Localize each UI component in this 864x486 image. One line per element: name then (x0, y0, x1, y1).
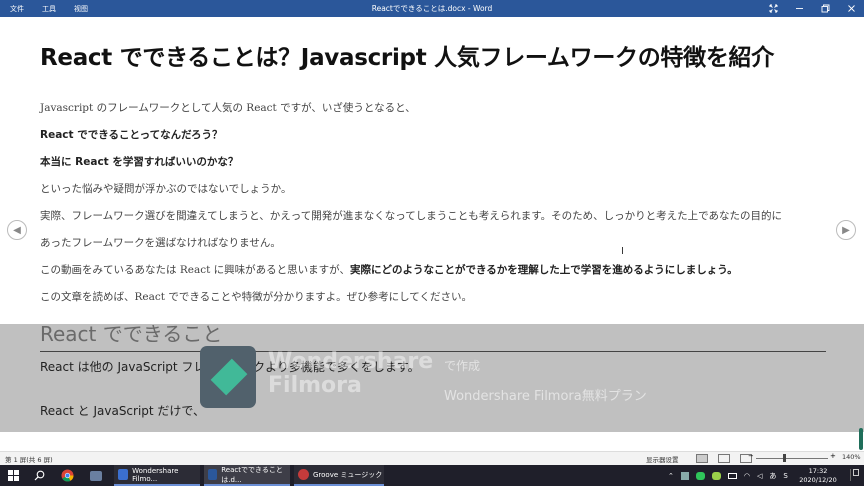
text-cursor-icon: I (621, 246, 624, 257)
filmora-app-icon (118, 469, 129, 480)
close-button[interactable] (838, 0, 864, 17)
restore-button[interactable] (812, 0, 838, 17)
tray-wechat-icon[interactable] (711, 471, 721, 480)
windows-icon (8, 470, 19, 481)
tray-line-icon[interactable] (695, 471, 705, 480)
watermark-brand: Wondershare Filmora (268, 350, 433, 398)
page-count: 第 1 屏(共 6 屏) (5, 456, 53, 464)
document-heading: React でできることは？Javascript 人気フレームワークの特徴を紹介 (40, 45, 774, 71)
screen: 文件 工具 视图 Reactでできることは.docx - Word React … (0, 0, 864, 486)
system-clock[interactable]: 17:32 2020/12/20 (794, 467, 842, 484)
watermark-brand-line1: Wondershare (268, 349, 434, 374)
taskbar-app-groove[interactable]: Groove ミュージック (294, 465, 384, 486)
status-bar: 第 1 屏(共 6 屏) 显示器设置 (0, 451, 864, 465)
zoom-level[interactable]: 140% (842, 453, 861, 461)
watermark-plan: Wondershare Filmora無料プラン (444, 389, 647, 404)
wifi-icon[interactable]: ◠ (744, 472, 750, 480)
taskbar-app-word-label: Reactでできることは.d... (221, 465, 283, 484)
ime-indicator[interactable]: あ (769, 471, 776, 481)
start-button[interactable] (6, 468, 21, 483)
paragraph-interest: この動画をみているあなたは React に興味があると思いますが、実際にどのよう… (40, 262, 738, 277)
vertical-scrollbar[interactable] (857, 17, 864, 451)
photos-button[interactable] (88, 468, 103, 483)
search-button[interactable] (32, 468, 47, 483)
read-mode-icon[interactable] (696, 454, 708, 463)
taskbar-app-word[interactable]: Reactでできることは.d... (204, 465, 290, 486)
paragraph-interest-plain: この動画をみているあなたは React に興味があると思いますが、 (40, 264, 350, 276)
notification-icon (853, 469, 859, 476)
chevron-right-icon: ▶ (842, 224, 850, 236)
paragraph-question-2: 本当に React を学習すればいいのかな？ (40, 156, 239, 168)
next-page-button[interactable]: ▶ (836, 220, 856, 240)
tray-expand-icon[interactable]: ⌃ (668, 472, 674, 480)
paragraph-question-1: React でできることってなんだろう？ (40, 129, 223, 141)
tray-battery-icon[interactable] (727, 472, 737, 479)
zoom-in-button[interactable]: + (830, 452, 836, 460)
close-icon (847, 5, 855, 12)
minimize-icon (795, 8, 803, 9)
fullscreen-button[interactable] (760, 0, 786, 17)
taskbar-app-groove-label: Groove ミュージック (313, 470, 383, 479)
paragraph-interest-bold: 実際にどのようなことができるかを理解した上で学習を進めるようにしましょう。 (349, 264, 738, 276)
volume-icon[interactable]: ◁ (757, 472, 762, 480)
scrollbar-thumb[interactable] (859, 428, 863, 450)
zoom-out-button[interactable]: − (748, 452, 754, 460)
paragraph-choice-1: 実際、フレームワーク選びを間違えてしまうと、かえって開発が進まなくなってしまうこ… (40, 210, 783, 222)
watermark-brand-line2: Filmora (268, 373, 362, 398)
chrome-icon (61, 469, 74, 482)
groove-app-icon (298, 469, 309, 480)
search-icon (34, 470, 45, 481)
paragraph-read-on: この文章を読めば、React でできることや特徴が分かりますよ。ぜひ参考にしてく… (40, 291, 472, 303)
window-controls (760, 0, 864, 17)
zoom-slider[interactable] (756, 458, 828, 459)
tray-s-indicator[interactable]: S (783, 472, 787, 480)
paragraph-react-js: React と JavaScript だけで、 (40, 404, 205, 418)
tray-app-icon[interactable] (680, 471, 689, 480)
minimize-button[interactable] (786, 0, 812, 17)
clock-date: 2020/12/20 (799, 475, 837, 484)
window-title: Reactでできることは.docx - Word (371, 4, 493, 13)
taskbar-app-filmora[interactable]: Wondershare Filmo... (114, 465, 200, 486)
paragraph-worries: といった悩みや疑問が浮かぶのではないでしょうか。 (40, 183, 292, 195)
taskbar: Wondershare Filmo... Reactでできることは.d... G… (0, 465, 864, 486)
paragraph-choice-2: あったフレームワークを選ばなければなりません。 (40, 237, 281, 249)
display-settings-button[interactable]: 显示器设置 (646, 454, 679, 464)
chevron-left-icon: ◀ (13, 224, 21, 236)
clock-time: 17:32 (808, 467, 828, 475)
photos-icon (89, 470, 102, 481)
taskbar-app-filmora-label: Wondershare Filmo... (132, 466, 179, 483)
section-heading: React でできること (40, 322, 223, 346)
zoom-slider-thumb[interactable] (783, 454, 787, 462)
chrome-button[interactable] (60, 468, 75, 483)
system-tray: ⌃ ◠ ◁ あ S (668, 465, 795, 486)
notification-center-button[interactable] (850, 469, 859, 481)
watermark-made-with: で作成 (444, 359, 481, 373)
title-bar: 文件 工具 视图 Reactでできることは.docx - Word (0, 0, 864, 17)
restore-icon (821, 4, 829, 13)
paragraph-intro: Javascript のフレームワークとして人気の React ですが、いざ使う… (40, 102, 416, 114)
expand-icon (769, 4, 777, 13)
print-layout-icon[interactable] (718, 454, 730, 463)
previous-page-button[interactable]: ◀ (7, 220, 27, 240)
word-app-icon (208, 469, 218, 480)
